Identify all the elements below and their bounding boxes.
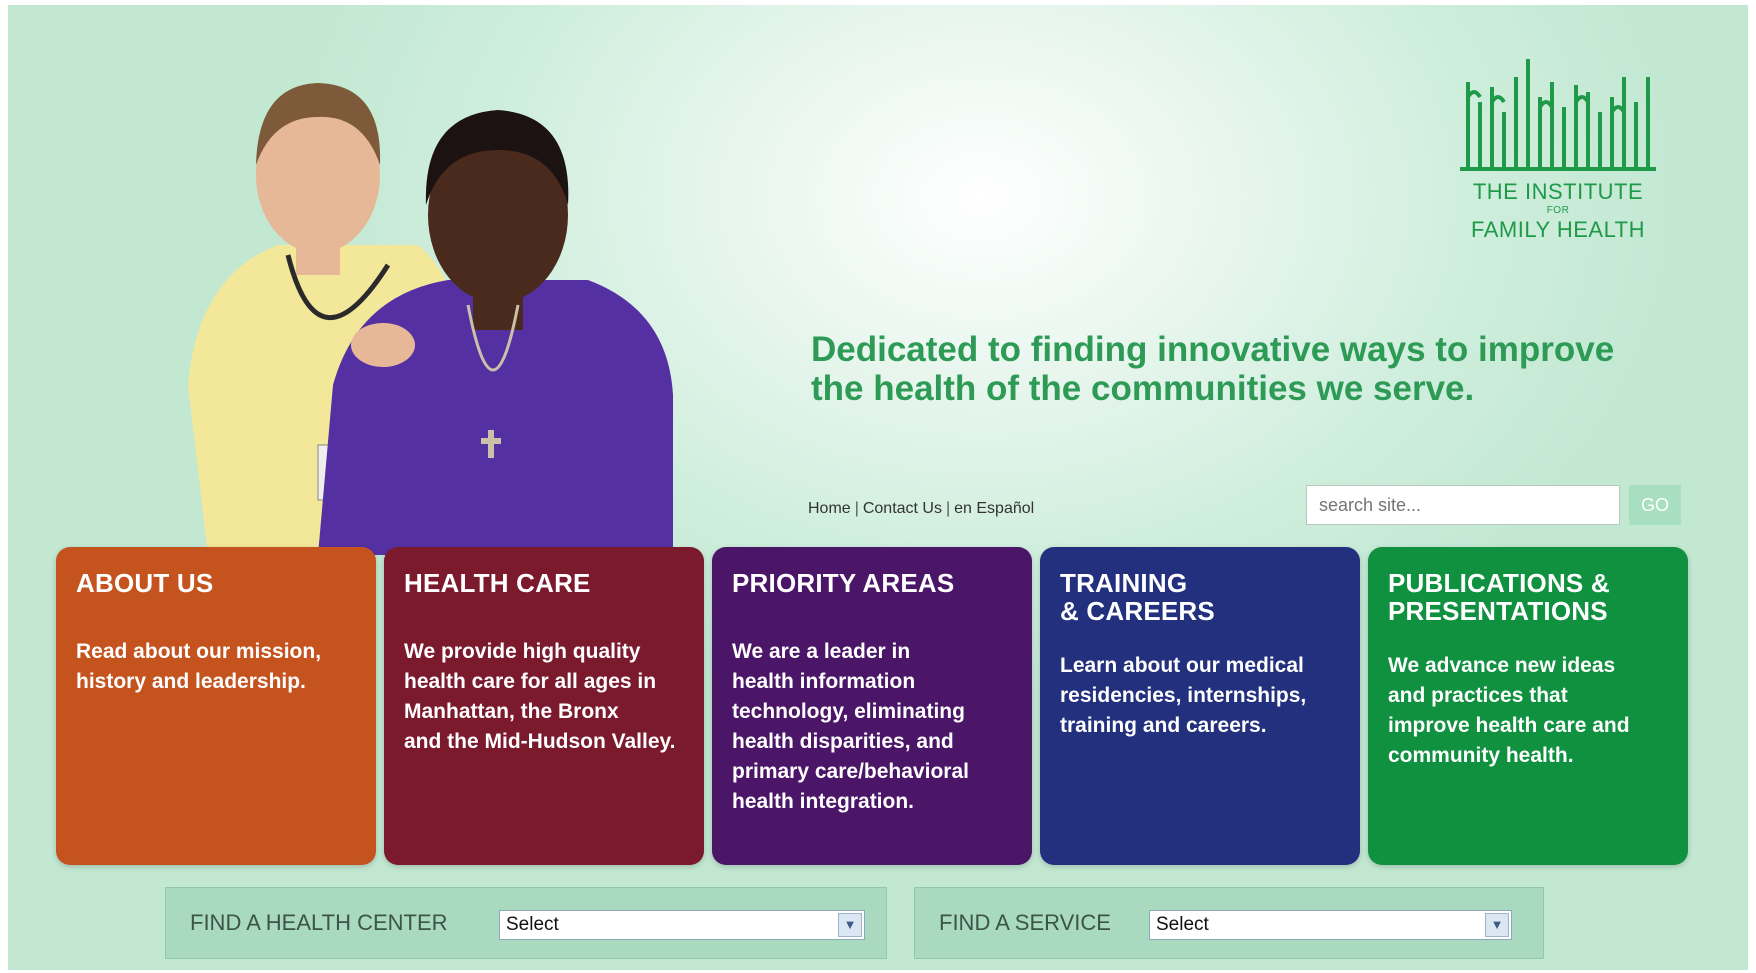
logo[interactable]: THE INSTITUTE FOR FAMILY HEALTH [1458, 57, 1658, 247]
find-service-panel: FIND A SERVICE Select ▼ [914, 887, 1544, 959]
tile-priority-areas[interactable]: PRIORITY AREAS We are a leader in health… [712, 547, 1032, 865]
find-health-center-label: FIND A HEALTH CENTER [190, 910, 448, 935]
home-link[interactable]: Home [808, 500, 851, 517]
tagline: Dedicated to finding innovative ways to … [811, 330, 1615, 408]
tile-health-care[interactable]: HEALTH CARE We provide high quality heal… [384, 547, 704, 865]
chevron-down-icon[interactable]: ▼ [1485, 913, 1509, 937]
tile-publications-presentations[interactable]: PUBLICATIONS & PRESENTATIONS We advance … [1368, 547, 1688, 865]
tile-description: We provide high quality health care for … [404, 640, 676, 753]
tile-description: We advance new ideas and practices that … [1388, 654, 1630, 767]
chevron-down-icon[interactable]: ▼ [838, 913, 862, 937]
hero-photo [168, 55, 753, 555]
find-service-select[interactable]: Select ▼ [1149, 910, 1512, 940]
tile-description: We are a leader in health information te… [732, 640, 969, 813]
tile-title: ABOUT US [76, 568, 214, 598]
nav-separator: | [945, 500, 951, 517]
find-health-center-panel: FIND A HEALTH CENTER Select ▼ [165, 887, 887, 959]
tile-description: Read about our mission, history and lead… [76, 640, 322, 693]
search-go-button[interactable]: GO [1629, 485, 1681, 525]
section-tiles: ABOUT US Read about our mission, history… [56, 547, 1688, 865]
tile-title: TRAINING & CAREERS [1060, 568, 1215, 626]
tile-description: Learn about our medical residencies, int… [1060, 654, 1307, 737]
contact-us-link[interactable]: Contact Us [863, 500, 942, 517]
tile-title: PUBLICATIONS & PRESENTATIONS [1388, 568, 1610, 626]
select-value: Select [1156, 914, 1209, 935]
utility-nav: Home | Contact Us | en Español [808, 500, 1034, 518]
find-service-label: FIND A SERVICE [939, 910, 1111, 935]
logo-line-3: FAMILY HEALTH [1471, 217, 1645, 242]
logo-line-1: THE INSTITUTE [1472, 179, 1644, 204]
logo-icon [1460, 59, 1656, 171]
tile-training-careers[interactable]: TRAINING & CAREERS Learn about our medic… [1040, 547, 1360, 865]
nav-separator: | [854, 500, 859, 517]
logo-line-2: FOR [1546, 205, 1570, 216]
search-input[interactable] [1306, 485, 1620, 525]
tile-title: HEALTH CARE [404, 568, 591, 598]
tile-about-us[interactable]: ABOUT US Read about our mission, history… [56, 547, 376, 865]
tile-title: PRIORITY AREAS [732, 568, 955, 598]
find-health-center-select[interactable]: Select ▼ [499, 910, 865, 940]
spanish-link[interactable]: en Español [954, 500, 1034, 517]
select-value: Select [506, 914, 559, 935]
hero-photo-illustration [188, 83, 673, 555]
page: THE INSTITUTE FOR FAMILY HEALTH Dedicate… [8, 5, 1748, 970]
